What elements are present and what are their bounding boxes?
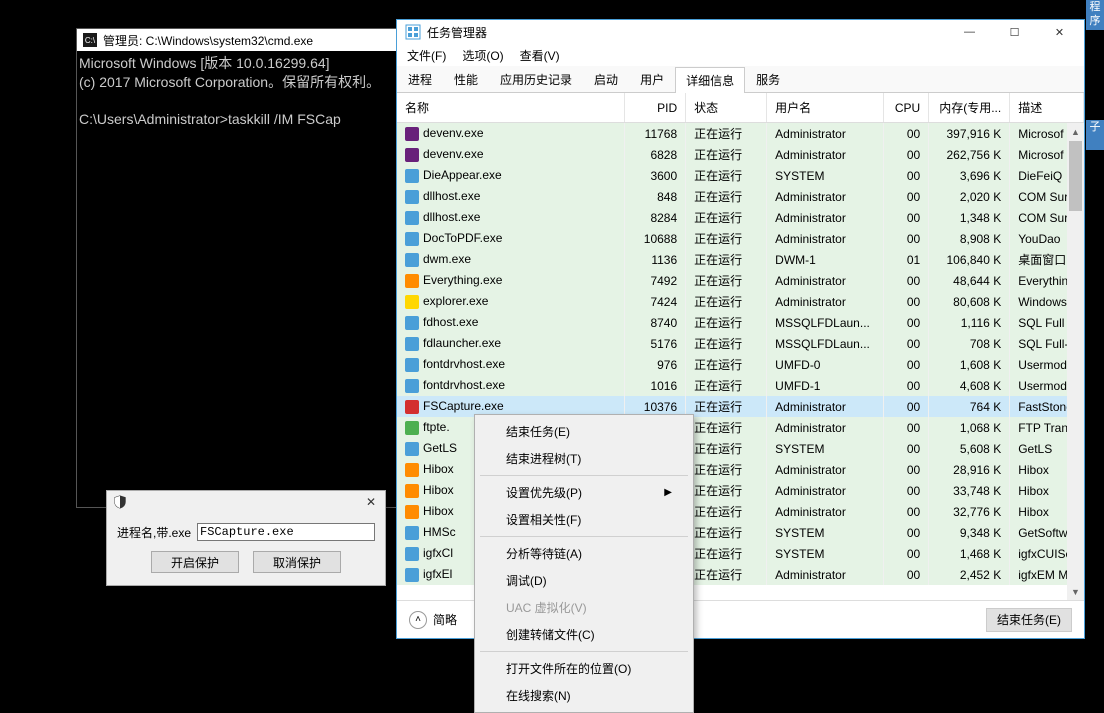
table-row[interactable]: DocToPDF.exe10688正在运行Administrator008,90… [397,228,1084,249]
table-row[interactable]: dllhost.exe8284正在运行Administrator001,348 … [397,207,1084,228]
start-protect-button[interactable]: 开启保护 [151,551,239,573]
shield-icon [113,495,127,509]
tab-3[interactable]: 启动 [583,66,629,92]
ctx-item[interactable]: 结束任务(E) [478,418,690,445]
chevron-right-icon: ▶ [664,487,672,498]
ctx-item[interactable]: 创建转储文件(C) [478,621,690,648]
process-icon [405,358,419,372]
tm-tabs: 进程性能应用历史记录启动用户详细信息服务 [397,66,1084,93]
end-task-button[interactable]: 结束任务(E) [986,608,1072,632]
col-pid[interactable]: PID [625,93,686,123]
col-name[interactable]: 名称 [397,93,625,123]
cmd-icon: C:\ [83,33,97,47]
process-icon [405,211,419,225]
taskmgr-icon [405,24,421,40]
tab-2[interactable]: 应用历史记录 [489,66,583,92]
process-icon [405,568,419,582]
menu-file[interactable]: 文件(F) [403,45,450,66]
cmd-title: 管理员: C:\Windows\system32\cmd.exe [103,32,313,49]
col-desc[interactable]: 描述 [1010,93,1084,123]
process-icon [405,379,419,393]
tm-menubar: 文件(F) 选项(O) 查看(V) [397,44,1084,66]
col-cpu[interactable]: CPU [883,93,929,123]
col-status[interactable]: 状态 [686,93,767,123]
process-icon [405,421,419,435]
table-row[interactable]: fdhost.exe8740正在运行MSSQLFDLaun...001,116 … [397,312,1084,333]
process-icon [405,505,419,519]
process-icon [405,274,419,288]
table-row[interactable]: devenv.exe6828正在运行Administrator00262,756… [397,144,1084,165]
process-icon [405,148,419,162]
cancel-protect-button[interactable]: 取消保护 [253,551,341,573]
process-icon [405,526,419,540]
close-button[interactable]: ✕ [1037,20,1082,44]
table-row[interactable]: fdlauncher.exe5176正在运行MSSQLFDLaun...0070… [397,333,1084,354]
protect-dialog: ✕ 进程名,带.exe 开启保护 取消保护 [106,490,386,586]
col-mem[interactable]: 内存(专用... [929,93,1010,123]
table-row[interactable]: Everything.exe7492正在运行Administrator0048,… [397,270,1084,291]
ctx-item[interactable]: 分析等待链(A) [478,540,690,567]
col-user[interactable]: 用户名 [767,93,883,123]
protect-label: 进程名,带.exe [117,524,191,541]
process-icon [405,232,419,246]
table-row[interactable]: dwm.exe1136正在运行DWM-101106,840 K桌面窗口 [397,249,1084,270]
menu-view[interactable]: 查看(V) [516,45,564,66]
process-icon [405,547,419,561]
scrollbar[interactable]: ▲ ▼ [1067,123,1084,600]
ctx-item[interactable]: 结束进程树(T) [478,445,690,472]
ctx-item[interactable]: 设置相关性(F) [478,506,690,533]
minimize-button[interactable]: — [947,20,992,44]
process-icon [405,253,419,267]
tab-0[interactable]: 进程 [397,66,443,92]
right-fragment: 程序 [1086,0,1104,30]
menu-options[interactable]: 选项(O) [458,45,507,66]
fewer-details-button[interactable]: ˄ 简略 [409,611,457,629]
ctx-item[interactable]: 打开文件所在的位置(O) [478,655,690,682]
tab-1[interactable]: 性能 [443,66,489,92]
table-row[interactable]: fontdrvhost.exe976正在运行UMFD-0001,608 KUse… [397,354,1084,375]
ctx-item[interactable]: 设置优先级(P)▶ [478,479,690,506]
context-menu: 结束任务(E)结束进程树(T) 设置优先级(P)▶设置相关性(F) 分析等待链(A)… [474,414,694,713]
table-row[interactable]: DieAppear.exe3600正在运行SYSTEM003,696 KDieF… [397,165,1084,186]
tm-titlebar[interactable]: 任务管理器 — ☐ ✕ [397,20,1084,44]
table-row[interactable]: explorer.exe7424正在运行Administrator0080,60… [397,291,1084,312]
tab-4[interactable]: 用户 [629,66,675,92]
process-icon [405,190,419,204]
ctx-item: UAC 虚拟化(V) [478,594,690,621]
process-icon [405,463,419,477]
process-icon [405,316,419,330]
scroll-down-icon[interactable]: ▼ [1067,583,1084,600]
process-icon [405,169,419,183]
close-icon[interactable]: ✕ [363,494,379,510]
table-row[interactable]: dllhost.exe848正在运行Administrator002,020 K… [397,186,1084,207]
process-icon [405,400,419,414]
tab-5[interactable]: 详细信息 [675,67,745,93]
chevron-up-icon: ˄ [409,611,427,629]
process-icon [405,442,419,456]
table-row[interactable]: fontdrvhost.exe1016正在运行UMFD-1004,608 KUs… [397,375,1084,396]
process-icon [405,337,419,351]
protect-dialog-titlebar[interactable]: ✕ [107,491,385,513]
table-row[interactable]: devenv.exe11768正在运行Administrator00397,91… [397,123,1084,145]
process-icon [405,127,419,141]
right-fragment: 子 [1086,120,1104,150]
ctx-item[interactable]: 调试(D) [478,567,690,594]
ctx-item[interactable]: 在线搜索(N) [478,682,690,709]
maximize-button[interactable]: ☐ [992,20,1037,44]
scroll-thumb[interactable] [1069,141,1082,211]
tm-title: 任务管理器 [427,24,947,41]
process-icon [405,295,419,309]
process-name-input[interactable] [197,523,375,541]
process-icon [405,484,419,498]
tab-6[interactable]: 服务 [745,66,791,92]
scroll-up-icon[interactable]: ▲ [1067,123,1084,140]
